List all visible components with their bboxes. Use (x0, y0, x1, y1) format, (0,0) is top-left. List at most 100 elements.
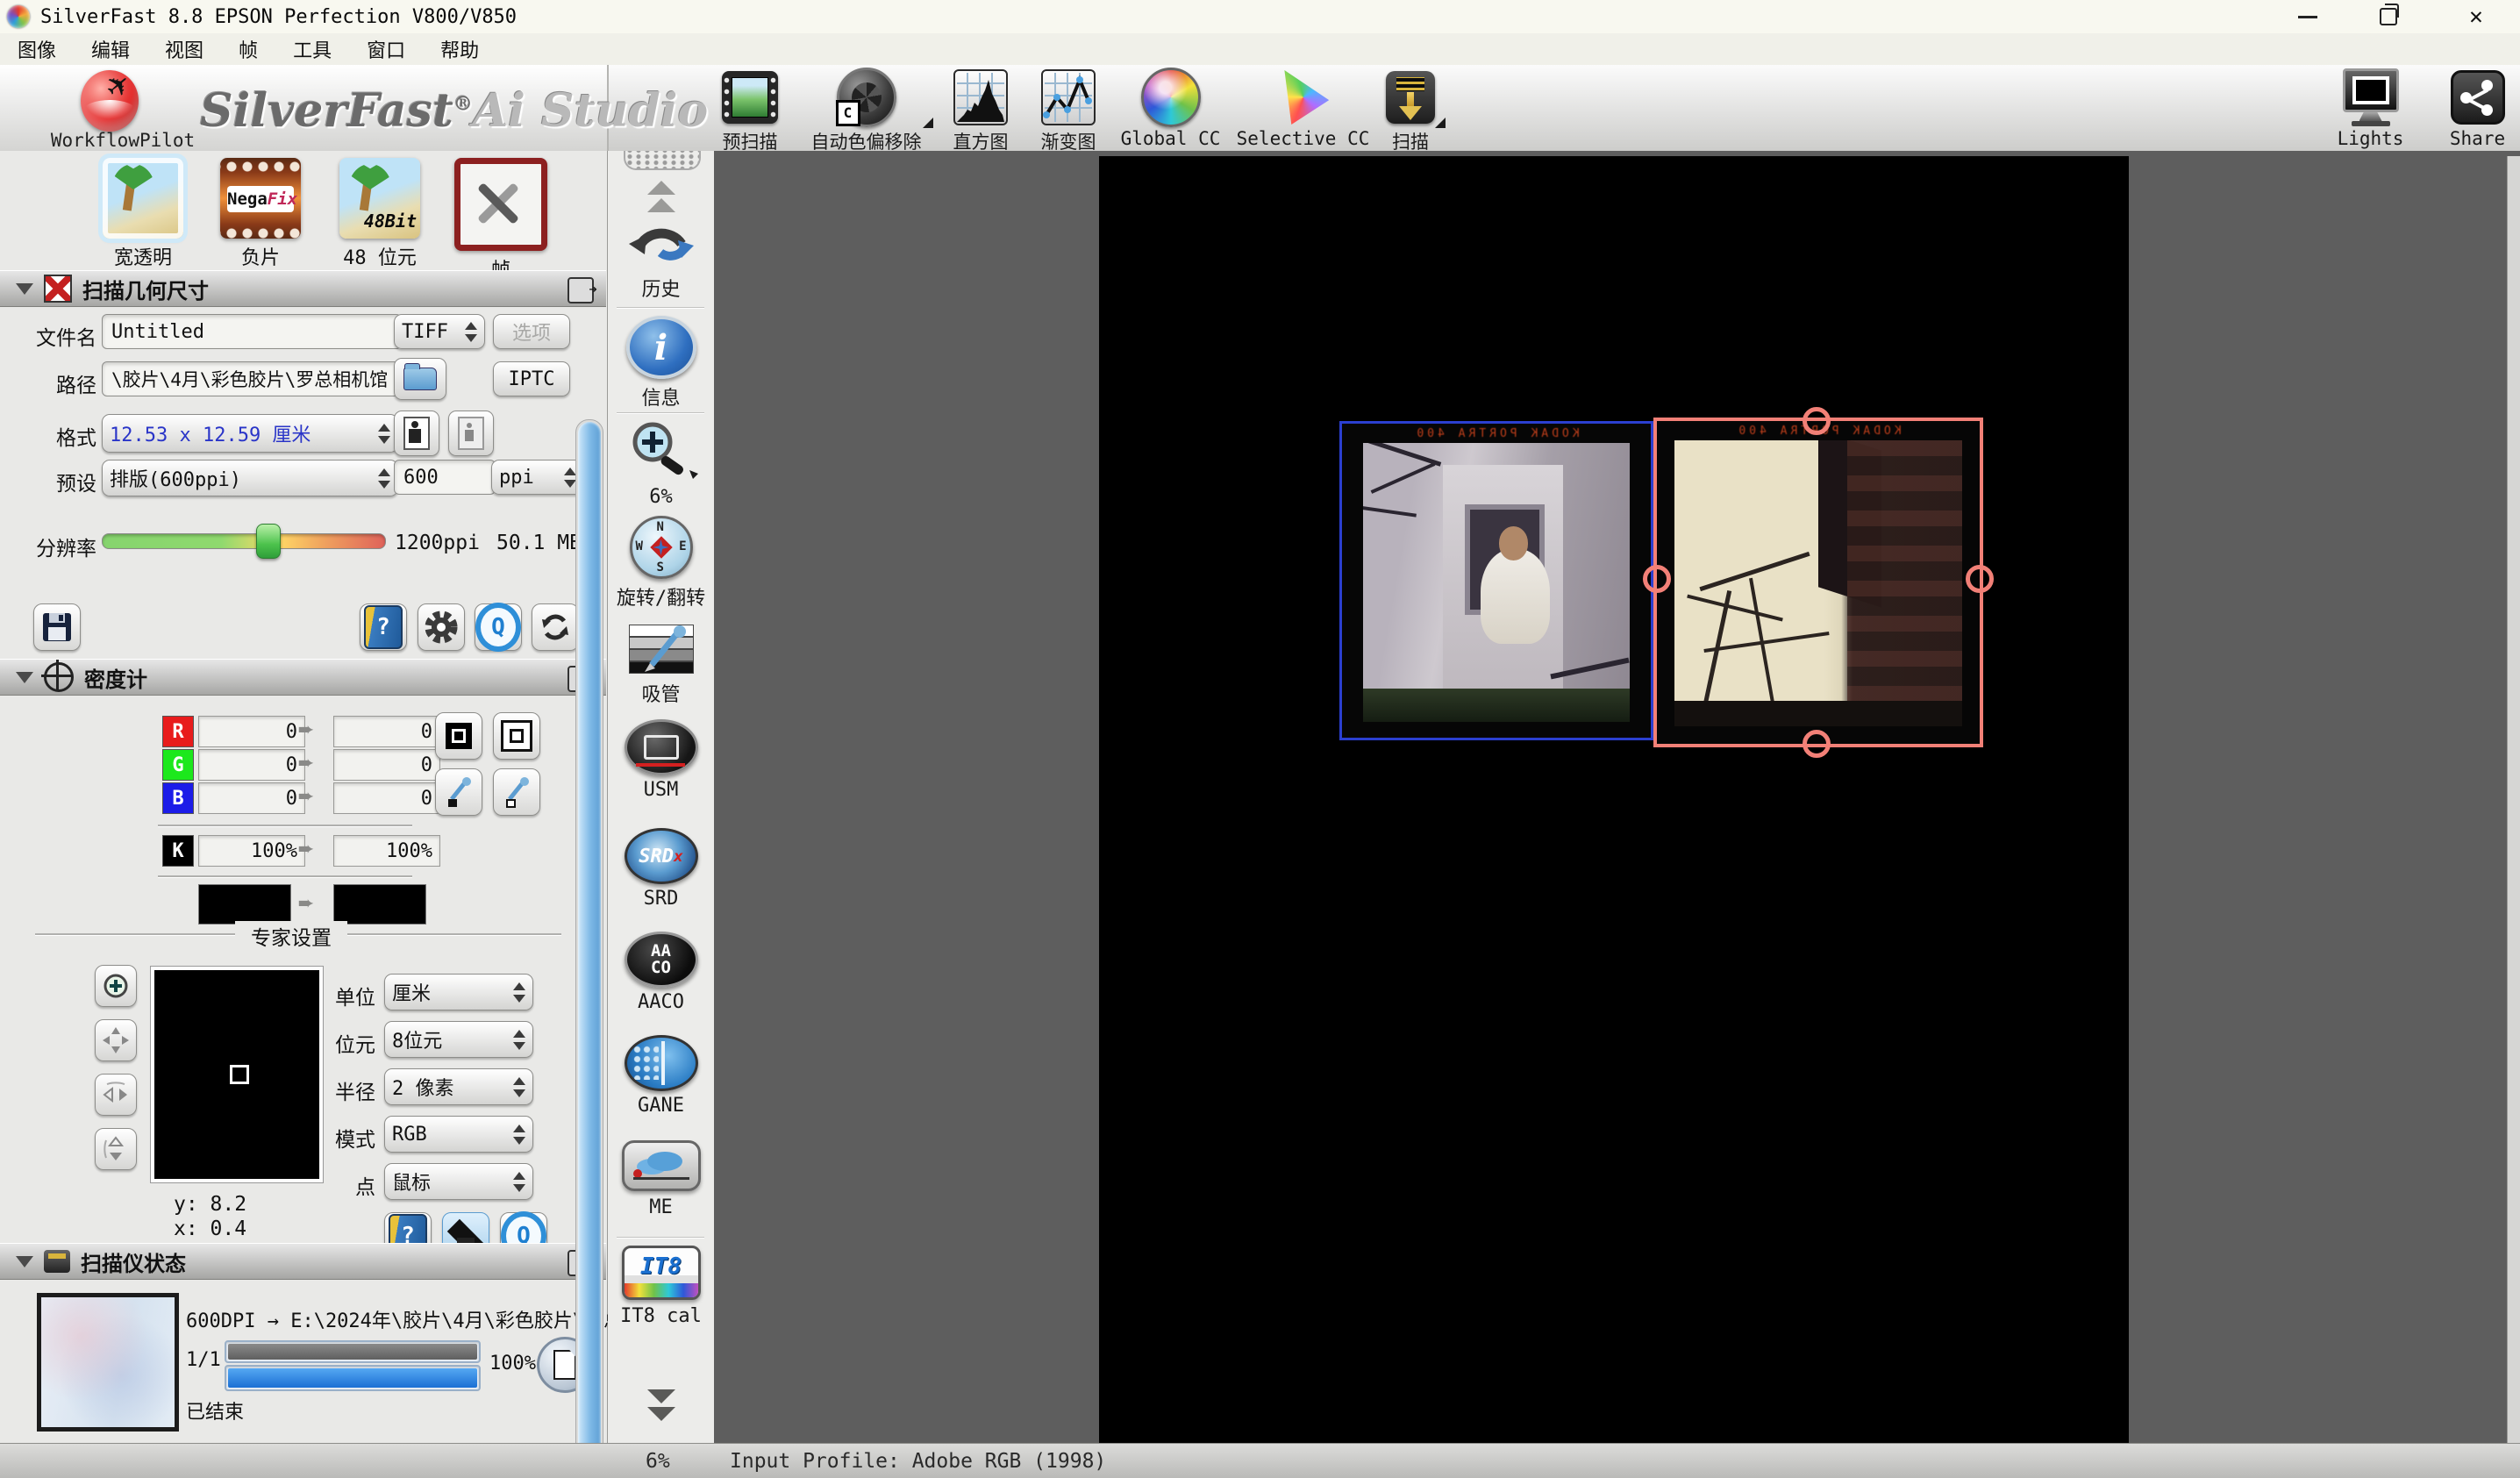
pan-mini-button[interactable] (95, 1019, 137, 1061)
srd-icon-x: x (674, 847, 683, 866)
side-it8[interactable]: IT8 IT8 cal (608, 1246, 714, 1327)
side-pipette[interactable]: 吸管 (608, 625, 714, 707)
side-info[interactable]: i 信息 (608, 316, 714, 411)
toolbar-prescan[interactable]: 预扫描 (715, 68, 785, 154)
iptc-button[interactable]: IPTC (493, 361, 570, 396)
flip-horizontal-mini-button[interactable] (95, 1074, 137, 1116)
collapse-icon[interactable] (16, 283, 33, 295)
format-dropdown[interactable]: 12.53 x 12.59 厘米 (102, 414, 398, 453)
menu-frame[interactable]: 帧 (221, 35, 275, 63)
reset-button[interactable] (532, 603, 579, 651)
white-pipette-icon (501, 776, 532, 808)
mode-48bit[interactable]: 48Bit 48 位元 (332, 158, 428, 270)
flip-vertical-mini-button[interactable] (95, 1128, 137, 1170)
preview-scrollbar[interactable] (2507, 156, 2520, 1443)
minimize-button[interactable] (2282, 0, 2333, 33)
resolution-slider-handle[interactable] (256, 524, 281, 559)
light-target-icon (501, 720, 532, 752)
menu-tools[interactable]: 工具 (275, 35, 349, 63)
scan-panel-header[interactable]: 扫描几何尺寸 (0, 270, 606, 307)
frame-tools-icon (454, 158, 547, 251)
scanner-status-header[interactable]: 扫描仪状态 (0, 1243, 606, 1280)
black-point-pipette-button[interactable] (435, 768, 482, 816)
side-zoom[interactable]: 6% (608, 419, 714, 508)
browse-folder-button[interactable] (394, 358, 446, 400)
film-frame-left[interactable]: KODAK PORTRA 400 (1339, 421, 1653, 740)
menu-image[interactable]: 图像 (0, 35, 74, 63)
detach-panel-icon[interactable] (568, 277, 594, 303)
mode-transparency[interactable]: 宽透明 (95, 158, 191, 270)
orientation-portrait-button[interactable] (394, 411, 439, 456)
scroll-up-button[interactable] (608, 181, 714, 212)
toolbar-grip[interactable] (624, 151, 701, 170)
refresh-icon (539, 610, 572, 644)
zoom-in-mini-button[interactable] (95, 965, 137, 1007)
pixel-preview-box[interactable] (151, 967, 323, 1182)
selection-handle-top[interactable] (1803, 407, 1831, 435)
side-gane[interactable]: GANE (608, 1035, 714, 1117)
mode-negative[interactable]: NegaFix 负片 (212, 158, 309, 270)
menu-view[interactable]: 视图 (147, 35, 221, 63)
left-panel-scrollbar[interactable] (575, 419, 603, 1478)
filename-label: 文件名 (25, 321, 96, 351)
side-history[interactable]: 历史 (608, 223, 714, 302)
toolbar-share[interactable]: Share (2440, 68, 2515, 149)
film-frame-right[interactable]: KODAK PORTRA 400 (1653, 418, 1983, 747)
side-aaco[interactable]: AACO AACO (608, 932, 714, 1013)
arrow-icon: ➨ (298, 889, 314, 919)
side-rotate-flip[interactable]: N S W E 旋转/翻转 (608, 516, 714, 610)
radius-dropdown[interactable]: 2 像素 (384, 1068, 533, 1105)
quicktime-button[interactable]: Q (475, 603, 522, 651)
arrow-icon: ➨ (298, 835, 314, 865)
selection-handle-right[interactable] (1966, 565, 1994, 593)
restore-button[interactable] (2363, 0, 2414, 33)
densitometer-panel-header[interactable]: 密度计 (0, 659, 606, 696)
collapse-icon[interactable] (16, 1256, 33, 1267)
selection-handle-bottom[interactable] (1803, 730, 1831, 758)
settings-button[interactable] (418, 603, 465, 651)
side-srd[interactable]: SRDx SRD (608, 828, 714, 910)
toolbar-selective-cc[interactable]: Selective CC (1235, 68, 1371, 149)
bit-dropdown[interactable]: 8位元 (384, 1021, 533, 1058)
resolution-slider[interactable] (102, 533, 386, 549)
down-arrow-icon (647, 1407, 675, 1421)
orientation-landscape-button[interactable] (448, 411, 494, 456)
midtone-target-dark-button[interactable] (435, 712, 482, 760)
toolbar-gradation[interactable]: 渐变图 (1033, 68, 1103, 154)
divider (617, 412, 704, 414)
mode-dropdown[interactable]: RGB (384, 1116, 533, 1153)
scan-canvas[interactable]: KODAK PORTRA 400 KODAK PORTRA 400 (1099, 156, 2129, 1443)
resolution-label: 分辨率 (19, 532, 96, 561)
help-button[interactable]: ? (360, 603, 407, 651)
toolbar-auto-color-cast[interactable]: C 自动色偏移除 (794, 68, 939, 154)
r-before-value: 0 (286, 721, 297, 743)
path-input[interactable]: \胶片\4月\彩色胶片\罗总相机馆 (102, 361, 402, 396)
path-label: 路径 (35, 368, 96, 398)
side-usm[interactable]: USM (608, 719, 714, 801)
toolbar-histogram[interactable]: 直方图 (946, 68, 1016, 154)
menu-window[interactable]: 窗口 (349, 35, 423, 63)
dark-target-icon (446, 723, 472, 749)
preset-dropdown[interactable]: 排版(600ppi) (102, 460, 398, 496)
save-settings-button[interactable] (33, 603, 81, 651)
selection-handle-left[interactable] (1643, 565, 1671, 593)
filename-input[interactable]: Untitled (102, 314, 402, 349)
preview-area: KODAK PORTRA 400 KODAK PORTRA 400 (714, 151, 2520, 1443)
white-point-pipette-button[interactable] (493, 768, 540, 816)
menu-help[interactable]: 帮助 (423, 35, 496, 63)
toolbar-scan[interactable]: 扫描 (1375, 68, 1446, 154)
midtone-target-light-button[interactable] (493, 712, 540, 760)
side-me[interactable]: ME (608, 1140, 714, 1218)
mode-frame[interactable]: 帧 (453, 158, 549, 282)
scrollbar-thumb[interactable] (578, 422, 601, 1478)
toolbar-global-cc[interactable]: Global CC (1116, 68, 1225, 149)
point-dropdown[interactable]: 鼠标 (384, 1163, 533, 1200)
close-button[interactable]: ✕ (2451, 0, 2502, 33)
collapse-icon[interactable] (16, 672, 33, 683)
ppi-input[interactable]: 600 (394, 460, 496, 495)
ppi-unit-dropdown[interactable]: ppi (491, 460, 584, 495)
filetype-dropdown[interactable]: TIFF (394, 314, 485, 349)
unit-dropdown[interactable]: 厘米 (384, 974, 533, 1010)
scroll-down-button[interactable] (608, 1389, 714, 1421)
options-button[interactable]: 选项 (493, 314, 570, 349)
